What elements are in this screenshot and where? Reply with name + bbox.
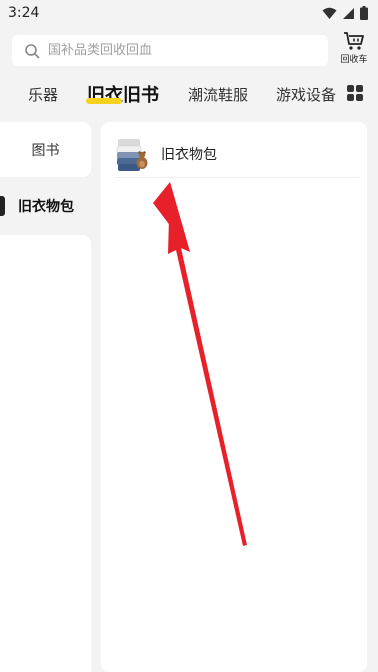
sidebar-item-books[interactable]: 图书 <box>0 122 91 177</box>
sidebar-item-label: 图书 <box>31 142 60 159</box>
signal-icon <box>343 7 354 19</box>
sidebar-empty-area <box>0 235 91 672</box>
search-bar[interactable] <box>12 35 328 66</box>
status-icons <box>322 6 368 20</box>
search-icon <box>25 43 40 58</box>
sidebar-item-label: 旧衣物包 <box>18 199 74 215</box>
sidebar-item-old-clothes-bag[interactable]: 旧衣物包 <box>0 180 91 232</box>
cart-icon <box>344 32 364 50</box>
status-bar: 3:24 <box>0 0 378 26</box>
category-tabs: 乐器 旧衣旧书 潮流鞋服 游戏设备 <box>0 76 340 112</box>
status-time: 3:24 <box>8 5 40 21</box>
tab-game-devices[interactable]: 游戏设备 <box>276 84 336 105</box>
active-tab-underline <box>86 98 122 104</box>
tab-fashion-shoes[interactable]: 潮流鞋服 <box>188 84 248 105</box>
search-input[interactable] <box>48 43 298 58</box>
recycle-cart-button[interactable]: 回收车 <box>336 31 372 69</box>
cart-label: 回收车 <box>340 55 368 65</box>
tab-instruments[interactable]: 乐器 <box>28 84 58 105</box>
battery-icon <box>360 6 368 20</box>
grid-icon[interactable] <box>347 85 363 101</box>
clothes-pile-icon <box>116 138 148 171</box>
product-item[interactable]: 旧衣物包 <box>115 130 359 178</box>
active-marker <box>0 196 5 216</box>
product-label: 旧衣物包 <box>161 146 217 163</box>
content-panel: 旧衣物包 <box>101 122 367 672</box>
wifi-icon <box>322 7 337 19</box>
